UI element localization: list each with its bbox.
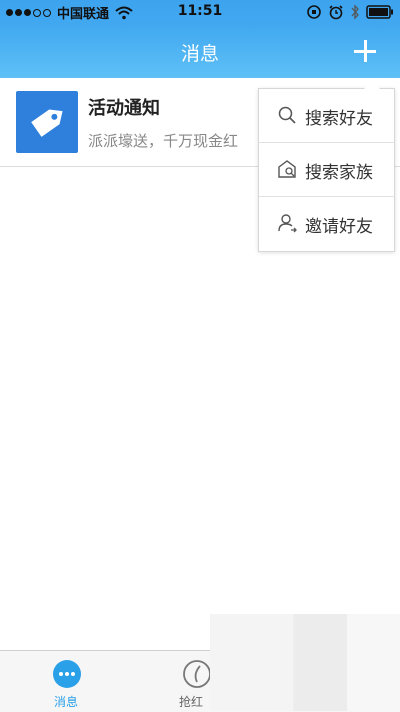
- chat-bubble-icon: [53, 660, 81, 688]
- tab-label: 抢红: [179, 695, 204, 709]
- alarm-icon: [329, 5, 343, 20]
- price-tag-icon: [16, 91, 78, 153]
- menu-item-invite-friend[interactable]: 邀请好友: [259, 197, 394, 250]
- menu-item-search-family[interactable]: 搜索家族: [259, 143, 394, 197]
- battery-icon: [366, 5, 393, 19]
- menu-item-label: 搜索好友: [305, 109, 373, 129]
- tab-messages[interactable]: 消息: [16, 651, 116, 712]
- menu-item-label: 搜索家族: [305, 163, 373, 183]
- conversation-title: 活动通知: [88, 98, 160, 119]
- menu-item-search-friend[interactable]: 搜索好友: [259, 89, 394, 143]
- search-icon: [278, 106, 296, 124]
- at-envelope-icon: [183, 660, 211, 688]
- family-house-icon: [278, 160, 296, 178]
- conversation-preview: 派派壕送，千万现金红: [88, 132, 239, 150]
- status-bar: 中国联通 11:51: [0, 0, 400, 24]
- status-right: [306, 4, 394, 20]
- popup-menu: 搜索好友 搜索家族 邀请好友: [258, 81, 395, 252]
- navigation-bar: 消息: [0, 24, 400, 78]
- tab-label: 消息: [53, 695, 78, 709]
- invite-user-icon: [278, 214, 297, 233]
- orientation-lock-icon: [307, 5, 321, 19]
- bluetooth-icon: [351, 4, 359, 20]
- menu-item-label: 邀请好友: [305, 217, 373, 237]
- add-button[interactable]: [352, 38, 378, 64]
- page-title: 消息: [180, 43, 219, 65]
- blurred-region: [210, 614, 400, 711]
